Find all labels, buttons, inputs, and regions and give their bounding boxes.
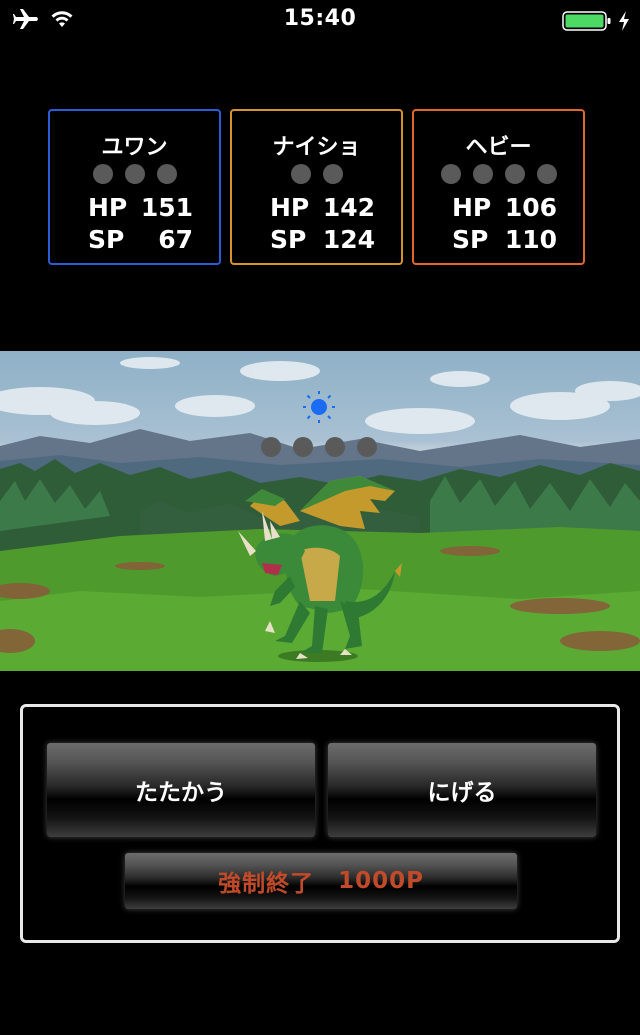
status-time: 15:40	[283, 6, 357, 31]
hp-row: HP 142	[270, 193, 375, 222]
action-dot	[472, 164, 493, 184]
enemy-action-dots	[261, 437, 377, 457]
fight-label: たたかう	[135, 780, 227, 806]
flee-button[interactable]: にげる	[328, 743, 596, 837]
member-action-dots	[232, 164, 401, 184]
party-status: ユワン HP 151 SP 67 ナイショ HP 142 SP 124 ヘビー …	[48, 109, 593, 269]
member-action-dots	[414, 164, 583, 184]
sp-label: SP	[270, 225, 307, 254]
hp-row: HP 151	[88, 193, 193, 222]
party-member-naisho[interactable]: ナイショ HP 142 SP 124	[230, 109, 403, 265]
command-menu: たたかう にげる 強制終了 1000P	[20, 704, 620, 943]
sp-value: 124	[322, 225, 375, 254]
hp-row: HP 106	[452, 193, 557, 222]
hp-value: 106	[504, 193, 557, 222]
action-dot	[357, 437, 377, 457]
member-name: ユワン	[101, 135, 168, 160]
member-name: ヘビー	[465, 135, 532, 160]
action-dot	[156, 164, 177, 184]
hp-label: HP	[452, 193, 492, 222]
action-dot	[92, 164, 113, 184]
action-dot	[124, 164, 145, 184]
sp-value: 67	[158, 225, 193, 254]
action-dot	[293, 437, 313, 457]
party-member-yuwan[interactable]: ユワン HP 151 SP 67	[48, 109, 221, 265]
status-bar: 15:40	[0, 0, 640, 40]
battle-background	[0, 357, 640, 671]
sp-value: 110	[504, 225, 557, 254]
battle-scene	[0, 351, 640, 671]
hp-value: 151	[140, 193, 193, 222]
action-dot	[290, 164, 311, 184]
action-dot	[504, 164, 525, 184]
member-name: ナイショ	[272, 135, 361, 160]
action-dot	[322, 164, 343, 184]
action-dot	[261, 437, 281, 457]
force-quit-button[interactable]: 強制終了 1000P	[125, 853, 517, 909]
force-quit-cost: 1000P	[338, 868, 424, 894]
hp-value: 142	[322, 193, 375, 222]
hp-label: HP	[88, 193, 128, 222]
charging-icon	[619, 11, 629, 31]
party-member-heavy[interactable]: ヘビー HP 106 SP 110	[412, 109, 585, 265]
sp-label: SP	[452, 225, 489, 254]
force-quit-label: 強制終了	[218, 871, 315, 897]
fight-button[interactable]: たたかう	[47, 743, 315, 837]
sp-row: SP 124	[270, 225, 375, 254]
sp-row: SP 67	[88, 225, 193, 254]
hp-label: HP	[270, 193, 310, 222]
battery-icon	[562, 11, 611, 31]
sp-row: SP 110	[452, 225, 557, 254]
flee-label: にげる	[427, 780, 497, 806]
action-dot	[536, 164, 557, 184]
action-dot	[440, 164, 461, 184]
action-dot	[325, 437, 345, 457]
status-right	[562, 10, 630, 32]
sun-icon	[303, 391, 335, 423]
member-action-dots	[50, 164, 219, 184]
sp-label: SP	[88, 225, 125, 254]
